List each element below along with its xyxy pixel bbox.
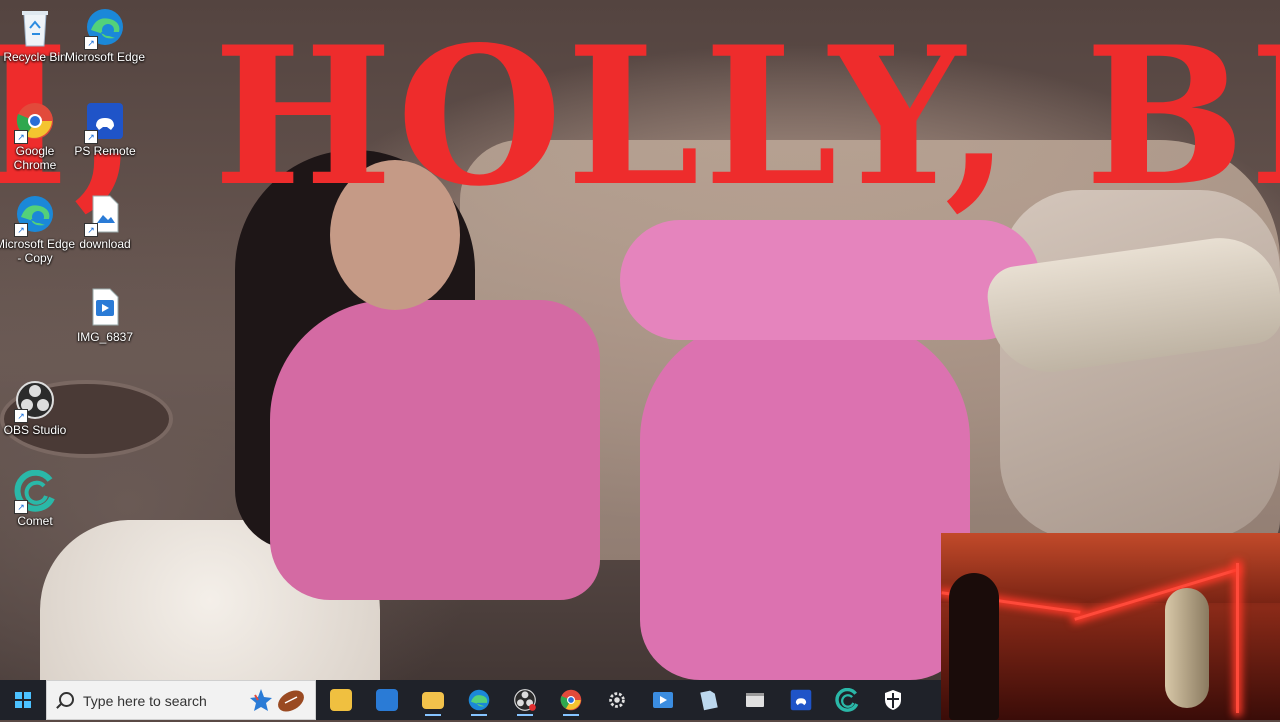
shortcut-arrow-icon: ↗ (84, 223, 98, 237)
wallpaper-figure-body (270, 300, 600, 600)
wallpaper-headline: I, HOLLY, BR (0, 5, 1280, 228)
shortcut-arrow-icon: ↗ (14, 409, 28, 423)
taskbar-app-media-player[interactable] (643, 684, 683, 716)
start-button[interactable] (0, 680, 46, 720)
desktop-icon-label: download (79, 237, 131, 251)
shortcut-arrow-icon: ↗ (14, 500, 28, 514)
shortcut-arrow-icon: ↗ (14, 223, 28, 237)
shield-icon (885, 690, 901, 710)
search-highlight-icon[interactable] (247, 685, 313, 717)
comet-icon: ↗ (14, 469, 56, 514)
taskbar-app-chrome[interactable] (551, 684, 591, 716)
desktop-icon-label: Comet (17, 514, 53, 528)
chrome-icon (560, 689, 582, 711)
outlook-icon (376, 689, 398, 711)
desktop-icon-edge[interactable]: ↗ Microsoft Edge (63, 6, 147, 64)
desktop-icon-download[interactable]: ↗ download (63, 193, 147, 251)
taskbar-app-security[interactable] (873, 684, 913, 716)
desktop-icon-img-6837[interactable]: IMG_6837 (63, 286, 147, 344)
taskbar-app-ps-remote[interactable] (781, 684, 821, 716)
webcam-microphone (1165, 588, 1209, 708)
desktop-icon-label: Microsoft Edge (64, 50, 146, 64)
taskbar-search-box[interactable]: Type here to search (46, 680, 316, 720)
webcam-led-strip (1236, 563, 1239, 713)
obs-icon: ↗ (14, 379, 56, 423)
chrome-icon: ↗ (14, 100, 56, 144)
webcam-overlay (941, 533, 1280, 720)
taskbar-app-widgets[interactable] (321, 684, 361, 716)
image-file-icon: ↗ (84, 193, 126, 237)
file-icon (700, 690, 718, 711)
recycle-bin-icon (14, 6, 56, 48)
taskbar: Type here to search (0, 680, 941, 720)
media-player-icon (653, 692, 673, 708)
taskbar-app-edge[interactable] (459, 684, 499, 716)
taskbar-app-window[interactable] (735, 684, 775, 716)
desktop-icon-obs-studio[interactable]: ↗ OBS Studio (0, 379, 77, 437)
shortcut-arrow-icon: ↗ (84, 130, 98, 144)
edge-icon: ↗ (84, 6, 126, 50)
ps-remote-icon: ↗ (84, 100, 126, 144)
widgets-icon (330, 689, 352, 711)
window-icon (746, 693, 764, 707)
desktop-icon-label: OBS Studio (3, 423, 67, 437)
windows-logo-icon (15, 692, 31, 708)
webcam-person (949, 573, 999, 720)
search-placeholder: Type here to search (83, 693, 207, 709)
desktop-icon-label: PS Remote (74, 144, 136, 158)
taskbar-app-settings[interactable] (597, 684, 637, 716)
shortcut-arrow-icon: ↗ (14, 130, 28, 144)
edge-icon (468, 689, 490, 711)
desktop-icon-comet[interactable]: ↗ Comet (0, 469, 77, 528)
folder-icon (422, 691, 444, 709)
ps-remote-icon (790, 689, 812, 711)
obs-icon (514, 689, 536, 711)
wallpaper-figure-leg-raised (620, 220, 1040, 340)
desktop-icon-ps-remote[interactable]: ↗ PS Remote (63, 100, 147, 158)
taskbar-app-outlook[interactable] (367, 684, 407, 716)
desktop-icon-label: IMG_6837 (76, 330, 134, 344)
gear-icon (609, 692, 625, 708)
shortcut-arrow-icon: ↗ (84, 36, 98, 50)
video-file-icon (84, 286, 126, 328)
edge-icon: ↗ (14, 193, 56, 237)
comet-icon (835, 688, 859, 712)
wallpaper-figure-leg (640, 320, 970, 680)
taskbar-app-obs[interactable] (505, 684, 545, 716)
taskbar-app-files[interactable] (689, 684, 729, 716)
taskbar-app-comet[interactable] (827, 684, 867, 716)
taskbar-app-file-explorer[interactable] (413, 684, 453, 716)
search-icon (59, 692, 74, 707)
